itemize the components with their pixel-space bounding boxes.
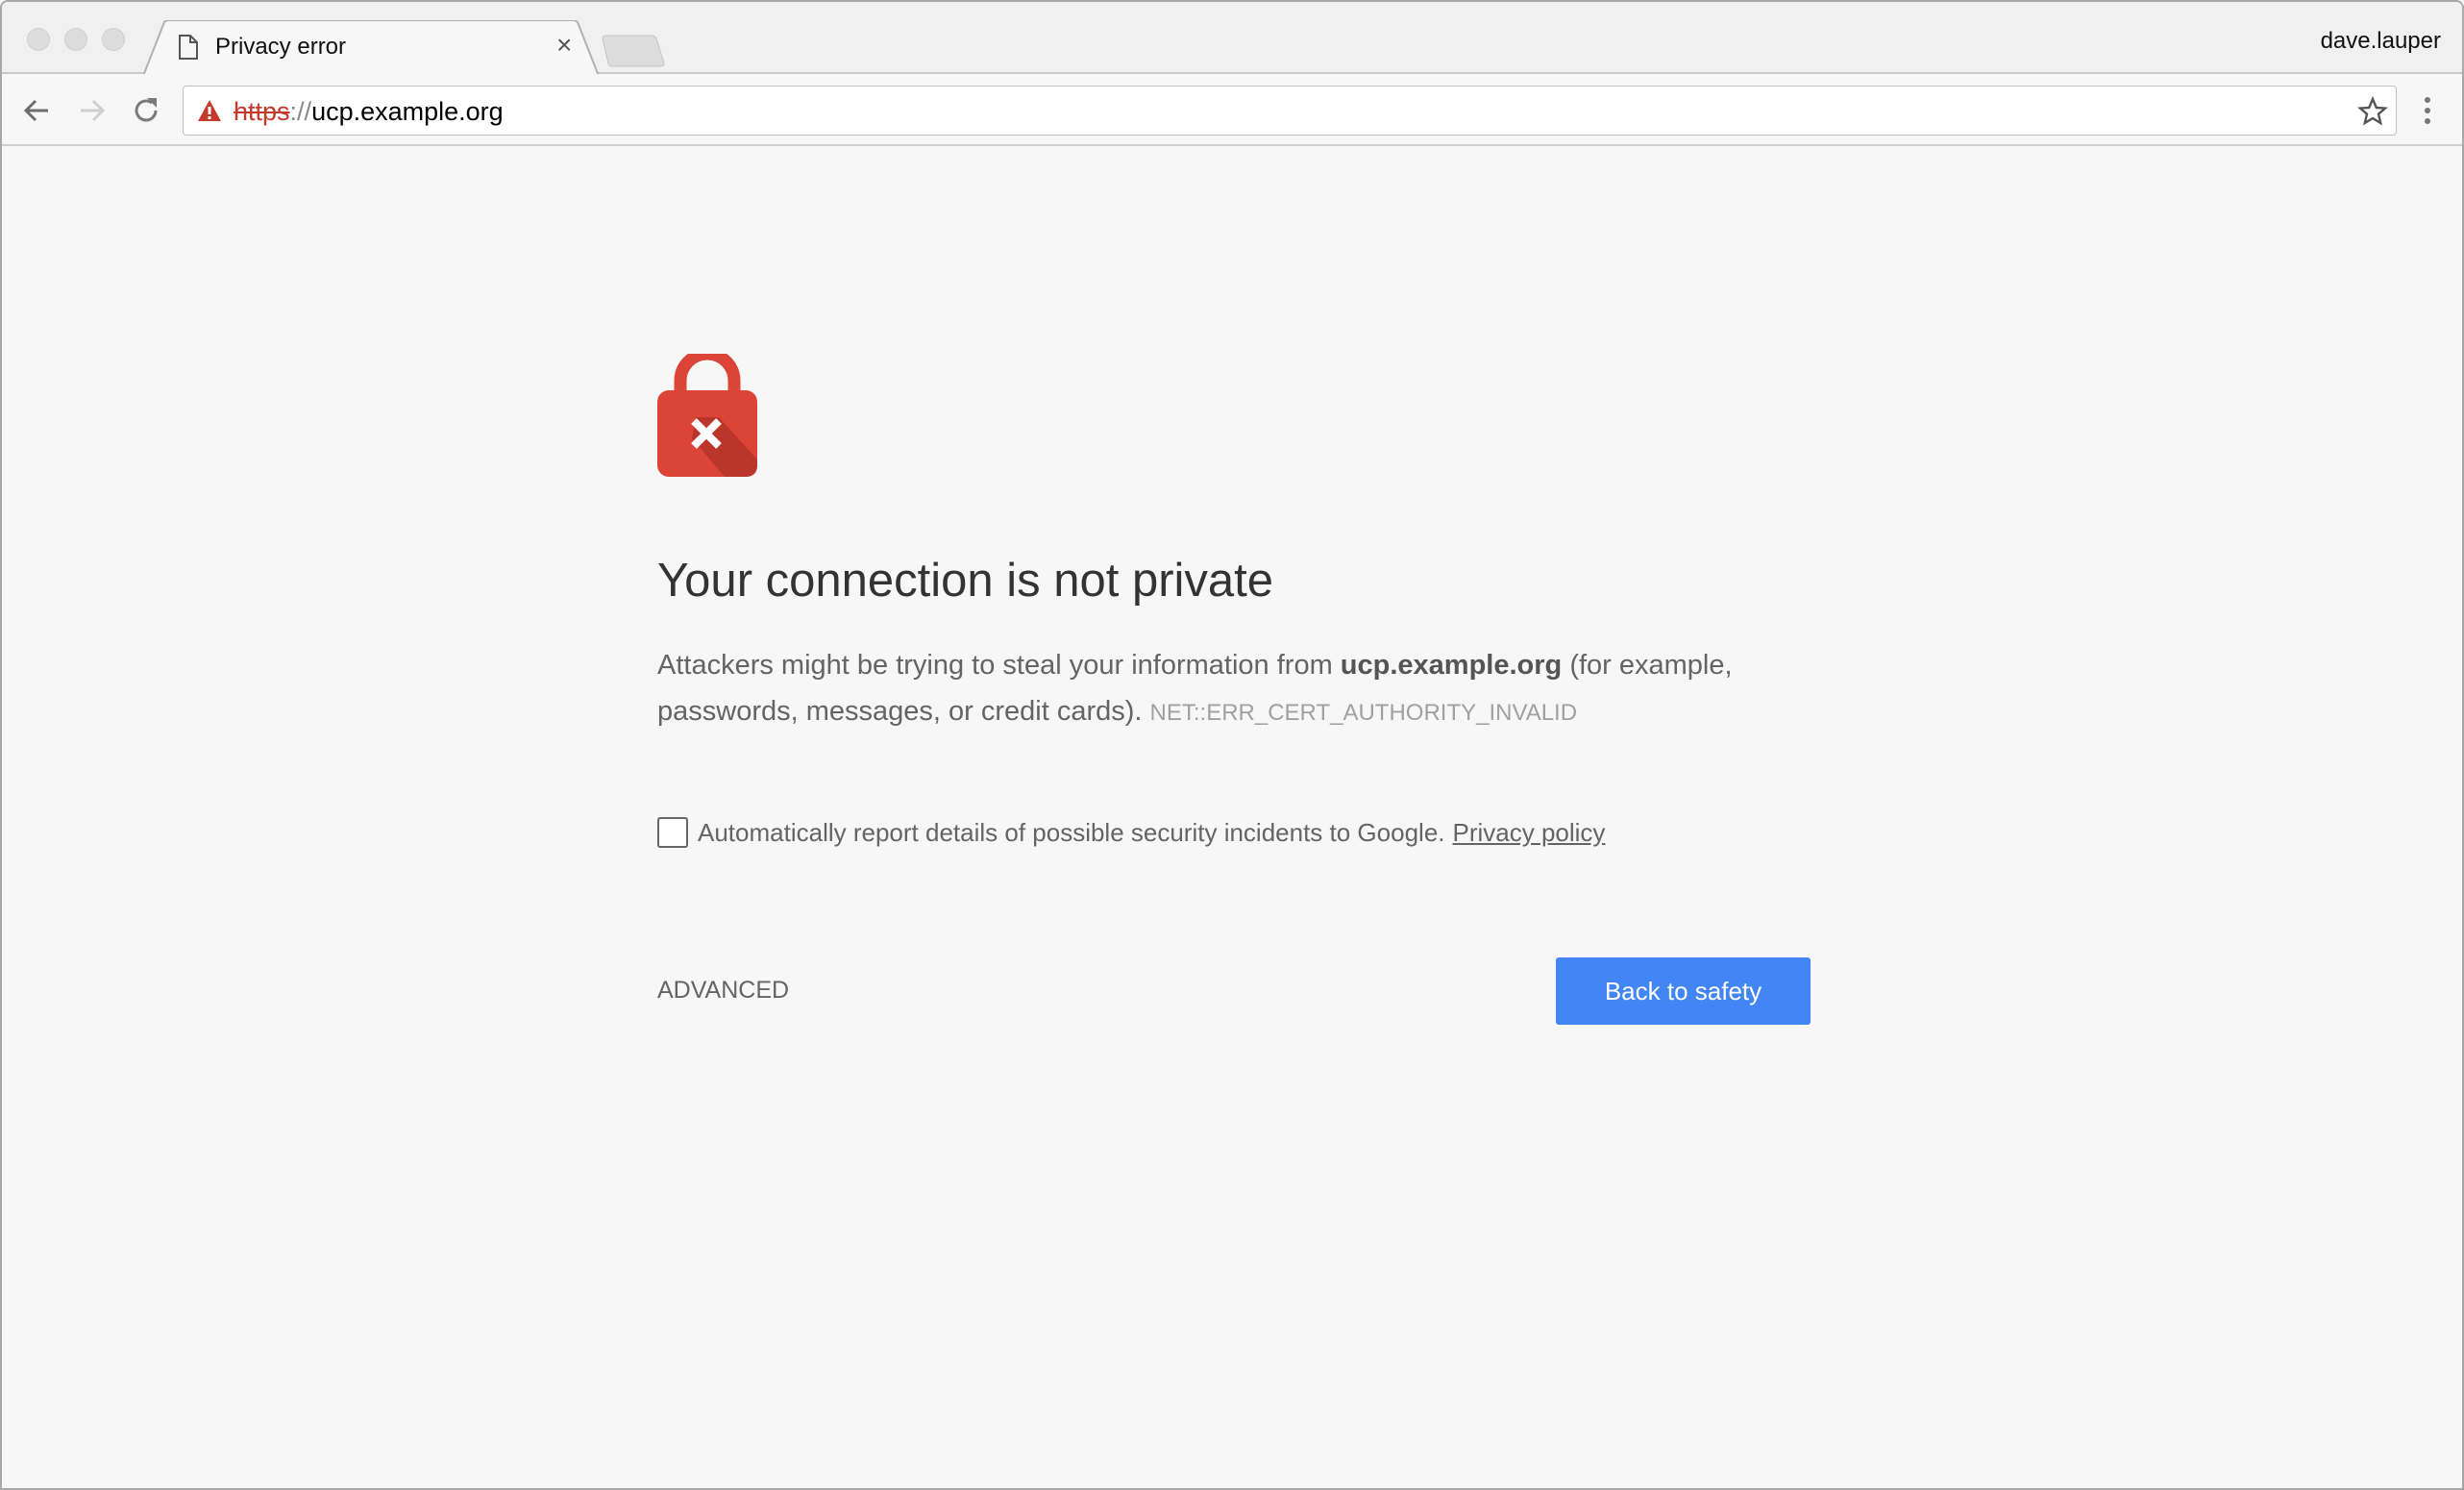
not-secure-warning-icon[interactable] (197, 99, 222, 122)
address-bar[interactable]: https://ucp.example.org (183, 86, 2397, 136)
page-title: Your connection is not private (657, 555, 1274, 607)
reload-icon[interactable] (129, 93, 163, 128)
minimize-window-button[interactable] (64, 28, 87, 51)
broken-lock-icon (657, 354, 757, 477)
bookmark-star-icon[interactable] (2357, 96, 2388, 127)
back-to-safety-button[interactable]: Back to safety (1556, 957, 1811, 1025)
back-arrow-icon[interactable] (19, 93, 54, 128)
report-option: Automatically report details of possible… (657, 817, 1605, 848)
url-separator: :// (289, 97, 312, 126)
tab-shape (143, 20, 599, 76)
privacy-policy-link[interactable]: Privacy policy (1453, 818, 1606, 848)
error-code: NET::ERR_CERT_AUTHORITY_INVALID (1149, 700, 1578, 726)
report-label: Automatically report details of possible… (698, 817, 1445, 847)
close-window-button[interactable] (27, 28, 50, 51)
url-scheme: https (234, 97, 290, 126)
maximize-window-button[interactable] (102, 28, 125, 51)
body-host: ucp.example.org (1340, 650, 1563, 681)
document-icon (179, 35, 198, 60)
url-text[interactable]: https://ucp.example.org (234, 97, 504, 127)
profile-name[interactable]: dave.lauper (2321, 28, 2441, 55)
browser-window: Privacy error × dave.lauper https://ucp.… (0, 0, 2464, 1490)
tab-privacy-error[interactable]: Privacy error × (143, 20, 599, 76)
new-tab-button[interactable] (601, 35, 666, 67)
toolbar: https://ucp.example.org (2, 74, 2462, 146)
menu-dots-icon[interactable] (2420, 95, 2435, 126)
body-prefix: Attackers might be trying to steal your … (657, 650, 1341, 681)
report-checkbox[interactable] (657, 817, 688, 848)
tab-strip: Privacy error × dave.lauper (2, 2, 2462, 76)
advanced-button[interactable]: ADVANCED (657, 977, 789, 1005)
explanation-text: Attackers might be trying to steal your … (657, 642, 1820, 736)
tab-title: Privacy error (215, 34, 347, 60)
url-host: ucp.example.org (311, 97, 504, 126)
forward-arrow-icon[interactable] (75, 93, 110, 128)
close-tab-icon[interactable]: × (556, 30, 572, 61)
